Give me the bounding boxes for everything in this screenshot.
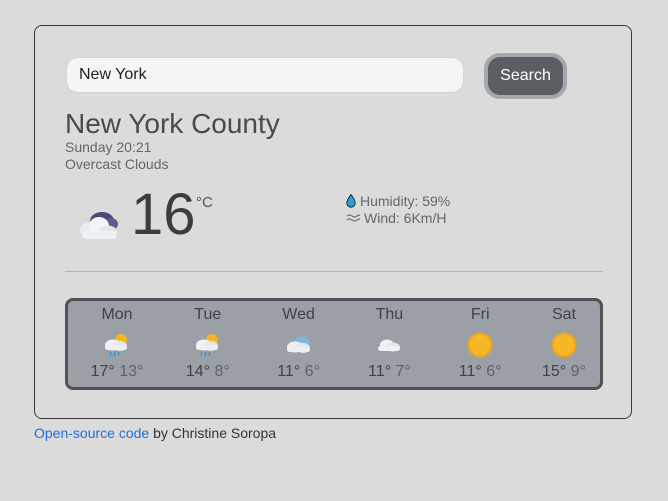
forecast-temps: 15° 9° (528, 363, 600, 381)
temperature-unit[interactable]: °C (196, 194, 213, 211)
open-source-link[interactable]: Open-source code (34, 425, 149, 441)
weather-description: Overcast Clouds (65, 156, 169, 172)
current-temperature: 16 (131, 182, 196, 247)
forecast-max-temp: 11° (277, 363, 301, 380)
forecast-day-name: Thu (375, 306, 404, 323)
forecast-temps: 17° 13° (74, 363, 160, 381)
forecast-min-temp: 6° (486, 363, 502, 380)
weather-card: Search New York County Sunday 20:21 Over… (34, 25, 632, 419)
forecast-day: Mon 17° 13° (74, 301, 160, 387)
forecast-max-temp: 17° (90, 363, 115, 380)
forecast-temps: 11° 7° (346, 363, 432, 381)
humidity-row: Humidity: 59% (346, 192, 450, 209)
author-credit: by Christine Soropa (149, 425, 277, 441)
forecast-min-temp: 7° (395, 363, 411, 380)
wind-text: Wind: 6Km/H (364, 209, 447, 226)
weather-details: Humidity: 59% Wind: 6Km/H (346, 192, 450, 226)
forecast-day: Wed 11° 6° (256, 301, 342, 387)
rain-sun-icon (105, 334, 127, 358)
wind-icon (346, 213, 360, 222)
forecast-day: Sat 15° 9° (528, 301, 600, 387)
cloud-icon (378, 339, 401, 352)
forecast-max-temp: 11° (458, 363, 482, 380)
forecast-panel: Mon 17° 13° Tue 14° 8° Wed 11° 6° Thu 11… (65, 298, 603, 390)
forecast-temps: 14° 8° (165, 363, 251, 381)
forecast-temps: 11° 6° (437, 363, 523, 381)
sun-icon (551, 332, 577, 358)
forecast-min-temp: 8° (214, 363, 230, 380)
divider (65, 271, 603, 272)
forecast-day-name: Tue (194, 306, 222, 323)
forecast-day-name: Mon (101, 306, 133, 323)
rain-sun-icon (195, 334, 218, 358)
overcast-clouds-icon (80, 212, 118, 239)
search-button[interactable]: Search (484, 53, 567, 99)
forecast-min-temp: 6° (304, 363, 320, 380)
water-drop-icon (346, 193, 356, 208)
clouds-icon (286, 336, 310, 353)
wind-row: Wind: 6Km/H (346, 209, 450, 226)
forecast-temps: 11° 6° (256, 363, 342, 381)
forecast-day: Tue 14° 8° (165, 301, 251, 387)
forecast-day-name: Sat (551, 306, 576, 323)
forecast-day-name: Fri (470, 306, 490, 323)
forecast-max-temp: 14° (185, 363, 211, 380)
humidity-text: Humidity: 59% (360, 192, 451, 209)
forecast-min-temp: 13° (119, 363, 144, 380)
city-name: New York County (65, 108, 280, 139)
forecast-day-name: Wed (282, 306, 315, 323)
current-datetime: Sunday 20:21 (65, 139, 152, 155)
forecast-max-temp: 15° (542, 363, 567, 380)
sun-icon (467, 332, 493, 358)
forecast-day: Fri 11° 6° (437, 301, 523, 387)
city-search-input[interactable] (66, 57, 464, 93)
forecast-day: Thu 11° 7° (346, 301, 432, 387)
footer: Open-source code by Christine Soropa (34, 425, 276, 441)
forecast-min-temp: 9° (570, 363, 586, 380)
forecast-max-temp: 11° (368, 363, 392, 380)
